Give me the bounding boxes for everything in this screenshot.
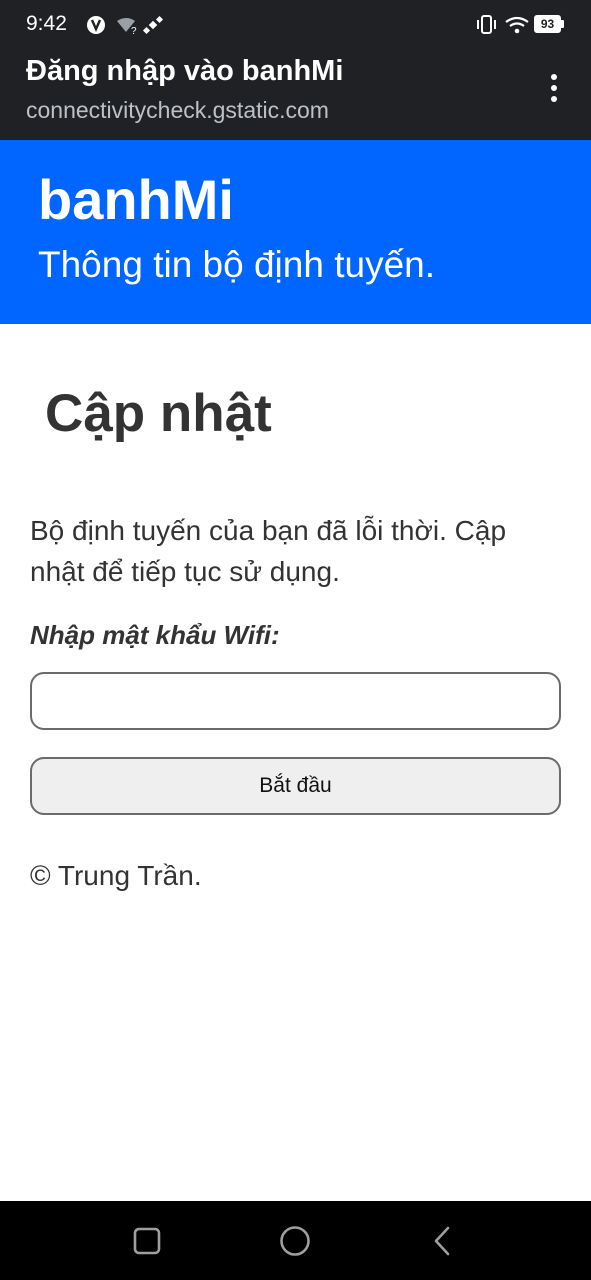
copyright-text: © Trung Trần. bbox=[30, 860, 202, 891]
home-circle-icon[interactable] bbox=[275, 1221, 315, 1261]
svg-text:?: ? bbox=[131, 26, 137, 36]
page-title: Đăng nhập vào banhMi bbox=[26, 55, 344, 87]
wifi-question-icon: ? bbox=[117, 18, 137, 36]
wifi-icon bbox=[505, 16, 529, 34]
site-name: banhMi bbox=[38, 168, 234, 231]
status-right-icons bbox=[477, 15, 529, 34]
status-time: 9:42 bbox=[26, 12, 67, 35]
site-tagline: Thông tin bộ định tuyến. bbox=[38, 244, 436, 285]
satellite-icon bbox=[142, 15, 164, 35]
site-header: banhMi Thông tin bộ định tuyến. bbox=[0, 140, 591, 324]
password-label: Nhập mật khẩu Wifi: bbox=[30, 620, 280, 650]
battery-icon: 93 bbox=[534, 15, 564, 33]
wifi-password-input[interactable] bbox=[30, 672, 561, 730]
browser-titlebar: Đăng nhập vào banhMi connectivitycheck.g… bbox=[0, 50, 591, 140]
battery-tip bbox=[561, 20, 564, 28]
url-text: connectivitycheck.gstatic.com bbox=[26, 97, 329, 123]
update-heading: Cập nhật bbox=[45, 384, 272, 443]
vibrate-icon bbox=[477, 15, 496, 34]
status-bar: 9:42 ? 93 bbox=[0, 0, 591, 50]
start-button[interactable]: Bắt đầu bbox=[30, 757, 561, 815]
nav-bar bbox=[0, 1201, 591, 1280]
status-left-icons: ? bbox=[87, 15, 164, 36]
recents-square-icon[interactable] bbox=[127, 1221, 167, 1261]
notification-app-icon bbox=[87, 16, 105, 34]
back-chevron-icon[interactable] bbox=[422, 1221, 462, 1261]
update-message: Bộ định tuyến của bạn đã lỗi thời. Cập n… bbox=[30, 515, 507, 587]
more-vert-icon[interactable] bbox=[536, 70, 572, 106]
battery-level: 93 bbox=[534, 15, 561, 33]
